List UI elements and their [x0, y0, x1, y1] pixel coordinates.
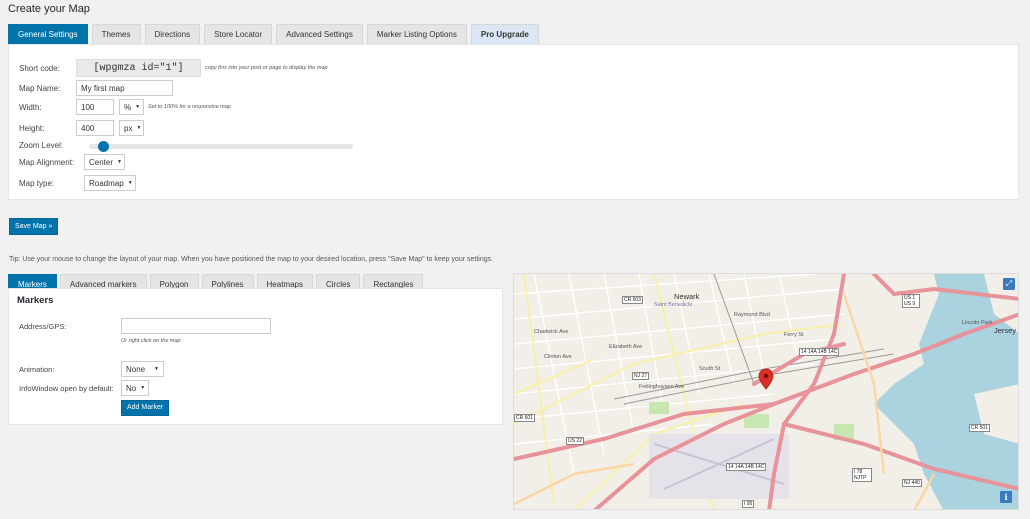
map-shield-us1-9: US 1 US 9: [902, 294, 920, 308]
animation-row: Animation: None ▼: [19, 361, 164, 377]
alignment-value: Center: [89, 157, 114, 167]
infowindow-value: No: [126, 383, 137, 393]
tip-text: Tip: Use your mouse to change the layout…: [9, 256, 494, 263]
tab-general-settings[interactable]: General Settings: [8, 24, 88, 44]
width-row: Width: 100 % ▼ Set to 100% for a responsi…: [19, 99, 231, 115]
map-shield-interchange-14-south: 14 14A 14B 14C: [726, 463, 767, 471]
width-input[interactable]: 100: [76, 99, 114, 115]
zoom-slider[interactable]: [89, 141, 353, 152]
map-shield-nj27: NJ 27: [632, 372, 650, 380]
fullscreen-icon[interactable]: ⤢: [1003, 278, 1015, 290]
map-label-elizabeth: Elizabeth Ave: [609, 344, 643, 350]
address-row: Address/GPS:: [19, 318, 271, 334]
maptype-row: Map type: Roadmap ▼: [19, 175, 136, 191]
tab-themes[interactable]: Themes: [91, 24, 141, 44]
height-label: Height:: [19, 123, 45, 133]
add-marker-button[interactable]: Add Marker: [121, 400, 170, 416]
map-label-newark: Newark: [674, 292, 700, 301]
tab-pro-upgrade[interactable]: Pro Upgrade: [470, 24, 539, 44]
maptype-value: Roadmap: [89, 178, 124, 188]
map-label-frelinghuysen: Frelinghuysen Ave: [639, 384, 685, 390]
settings-tabs: General Settings Themes Directions Store…: [8, 24, 543, 44]
chevron-down-icon: ▼: [135, 103, 141, 110]
map-label-chadwick: Chadwick Ave: [534, 329, 569, 335]
width-hint: Set to 100% for a responsive map: [148, 104, 231, 110]
map-name-row: Map Name: My first map: [19, 80, 173, 96]
maptype-label: Map type:: [19, 178, 55, 188]
map-label-jersey: Jersey: [994, 326, 1017, 335]
map-airport: [649, 434, 789, 499]
alignment-row: Map Alignment: Center ▼: [19, 154, 125, 170]
shortcode-field[interactable]: [wpgmza id="1"]: [76, 59, 201, 77]
alignment-label: Map Alignment:: [19, 157, 75, 167]
zoom-slider-handle[interactable]: [98, 141, 110, 152]
map-label-lincoln-park: Lincoln Park: [962, 320, 993, 326]
chevron-down-icon: ▼: [127, 179, 133, 186]
map-label-saint-benedicts: Saint Benedicts: [654, 302, 693, 308]
markers-title: Markers: [17, 295, 54, 306]
height-unit-value: px: [124, 123, 133, 133]
zoom-label: Zoom Level:: [19, 141, 64, 150]
height-input[interactable]: 400: [76, 120, 114, 136]
map-tiles: [514, 274, 1018, 509]
markers-panel: Markers Address/GPS: Or right click on t…: [8, 288, 503, 425]
tab-advanced-settings[interactable]: Advanced Settings: [276, 24, 363, 44]
animation-select[interactable]: None ▼: [121, 361, 164, 377]
chevron-down-icon: ▼: [136, 124, 142, 131]
tab-store-locator[interactable]: Store Locator: [204, 24, 273, 44]
map-shield-i78: I 78 NJTP: [852, 468, 872, 482]
info-icon[interactable]: i: [1000, 491, 1012, 503]
infowindow-row: InfoWindow open by default: No ▼: [19, 380, 149, 396]
address-input[interactable]: [121, 318, 271, 334]
shortcode-hint: copy this into your post or page to disp…: [205, 65, 328, 71]
zoom-row: Zoom Level:: [19, 141, 76, 150]
map-label-clinton: Clinton Ave: [544, 354, 572, 360]
map-canvas[interactable]: Newark Saint Benedicts Jersey Lincoln Pa…: [513, 273, 1019, 510]
infowindow-label: InfoWindow open by default:: [19, 383, 114, 393]
map-shield-interchange-14: 14 14A 14B 14C: [799, 348, 840, 356]
animation-label: Animation:: [19, 364, 55, 374]
map-shield-us22: US 22: [566, 437, 584, 445]
maptype-select[interactable]: Roadmap ▼: [84, 175, 136, 191]
alignment-select[interactable]: Center ▼: [84, 154, 125, 170]
map-name-input[interactable]: My first map: [76, 80, 173, 96]
animation-value: None: [126, 364, 146, 374]
infowindow-select[interactable]: No ▼: [121, 380, 149, 396]
shortcode-label: Short code:: [19, 63, 60, 73]
save-map-button[interactable]: Save Map »: [9, 218, 59, 235]
map-shield-cr601: CR 601: [514, 414, 535, 422]
tab-directions[interactable]: Directions: [144, 24, 201, 44]
width-unit-value: %: [124, 102, 132, 112]
chevron-down-icon: ▼: [140, 384, 146, 391]
map-label-ferry: Ferry St: [784, 332, 804, 338]
width-unit-select[interactable]: % ▼: [119, 99, 144, 115]
chevron-down-icon: ▼: [154, 365, 159, 372]
page-title: Create your Map: [8, 3, 90, 15]
map-name-label: Map Name:: [19, 83, 61, 93]
height-row: Height: 400 px ▼: [19, 120, 144, 136]
map-label-south: South St: [699, 366, 721, 372]
width-label: Width:: [19, 102, 42, 112]
map-label-raymond: Raymond Blvd: [734, 312, 770, 318]
shortcode-row: Short code: [wpgmza id="1"] copy this in…: [19, 59, 328, 77]
map-shield-cr603: CR 603: [622, 296, 643, 304]
tab-marker-listing-options[interactable]: Marker Listing Options: [366, 24, 467, 44]
map-shield-nj440: NJ 440: [902, 479, 922, 487]
address-hint: Or right click on the map: [121, 338, 181, 344]
general-settings-panel: Short code: [wpgmza id="1"] copy this in…: [8, 44, 1019, 200]
address-label: Address/GPS:: [19, 321, 67, 331]
map-shield-i95: I 95: [742, 500, 755, 508]
height-unit-select[interactable]: px ▼: [119, 120, 144, 136]
map-shield-cr501: CR 501: [969, 424, 990, 432]
chevron-down-icon: ▼: [117, 158, 122, 165]
